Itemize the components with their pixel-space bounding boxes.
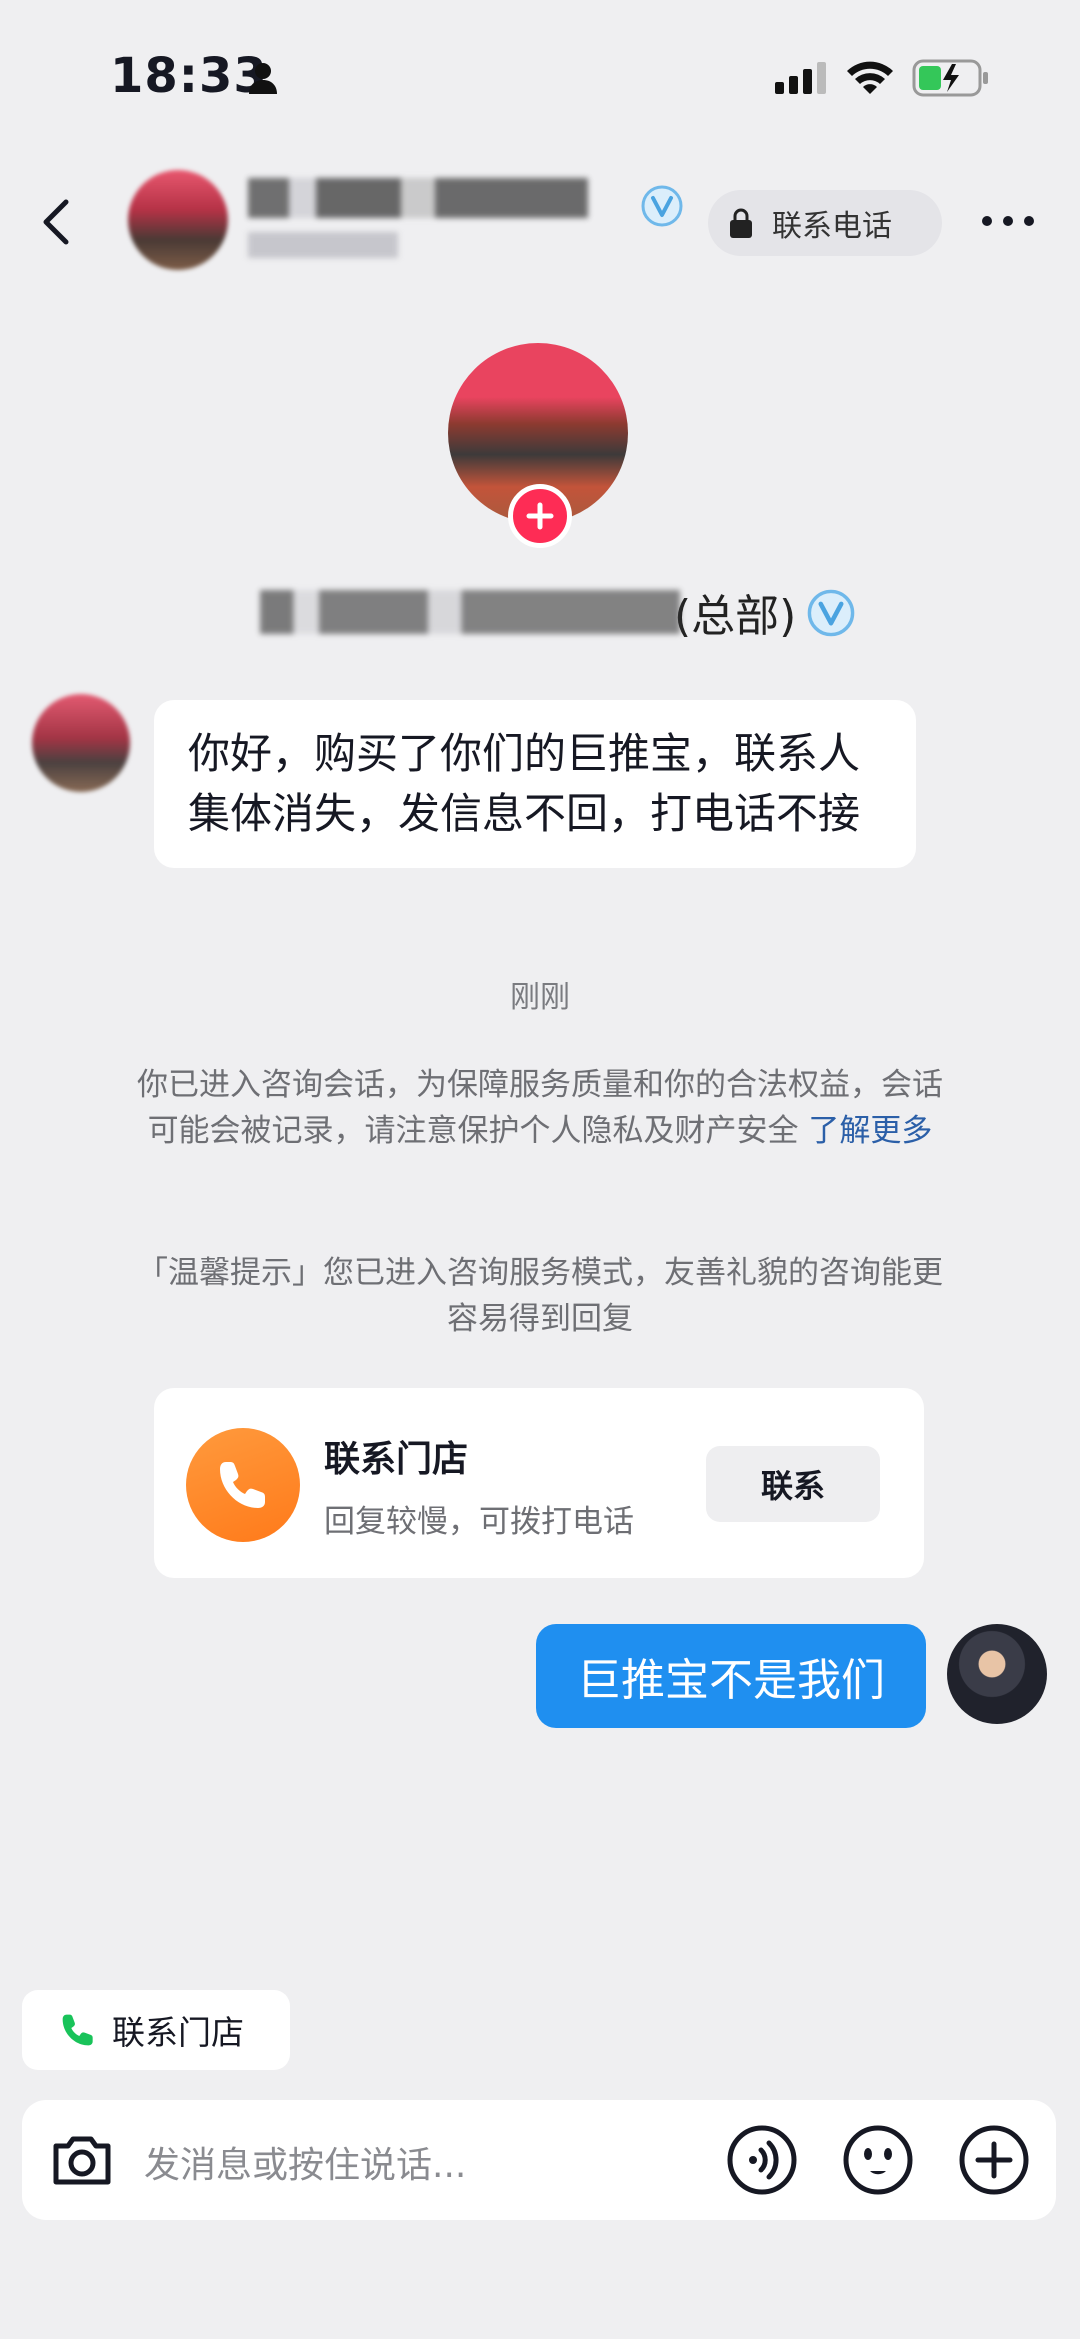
learn-more-link[interactable]: 了解更多 xyxy=(808,1113,932,1149)
contact-store-button[interactable]: 联系 xyxy=(706,1446,880,1522)
contact-phone-label: 联系电话 xyxy=(772,209,892,244)
voice-icon[interactable] xyxy=(726,2124,798,2196)
person-icon xyxy=(249,63,277,94)
plus-icon xyxy=(526,502,554,530)
message-time: 刚刚 xyxy=(510,980,570,1015)
verified-badge-icon xyxy=(641,185,683,227)
contact-store-chip[interactable]: 联系门店 xyxy=(22,1990,290,2070)
more-actions-plus-icon[interactable] xyxy=(958,2124,1030,2196)
profile-name: (总部) xyxy=(260,584,800,642)
signal-icon xyxy=(775,62,826,94)
store-card-title: 联系门店 xyxy=(324,1439,469,1480)
header-name-redacted xyxy=(248,178,588,218)
privacy-notice: 你已进入咨询会话，为保障服务质量和你的合法权益，会话可能会被记录，请注意保护个人… xyxy=(130,1062,950,1154)
camera-icon[interactable] xyxy=(46,2124,118,2196)
lock-icon xyxy=(730,208,752,238)
verified-badge-icon xyxy=(807,589,855,637)
battery-icon xyxy=(912,59,988,97)
header-avatar[interactable] xyxy=(128,170,228,270)
profile-name-redacted xyxy=(260,590,680,634)
store-card-subtitle: 回复较慢，可拨打电话 xyxy=(324,1504,634,1540)
wifi-icon xyxy=(847,61,893,94)
sender-avatar[interactable] xyxy=(32,694,130,792)
incoming-message[interactable]: 你好，购买了你们的巨推宝，联系人集体消失，发信息不回，打电话不接 xyxy=(154,700,916,868)
outgoing-message[interactable]: 巨推宝不是我们 xyxy=(536,1624,926,1728)
back-icon[interactable] xyxy=(36,196,76,248)
contact-store-chip-label: 联系门店 xyxy=(112,2013,244,2052)
emoji-icon[interactable] xyxy=(842,2124,914,2196)
more-options-icon[interactable] xyxy=(980,214,1036,228)
contact-phone-button[interactable]: 联系电话 xyxy=(708,190,942,256)
follow-button[interactable] xyxy=(508,484,572,548)
status-time: 18:33 xyxy=(110,48,268,104)
phone-icon xyxy=(62,2014,93,2046)
message-input[interactable]: 发消息或按住说话... xyxy=(144,2136,466,2188)
my-avatar[interactable] xyxy=(947,1624,1047,1724)
phone-icon xyxy=(220,1462,265,1508)
profile-name-suffix: (总部) xyxy=(674,591,797,642)
warm-tip: 「温馨提示」您已进入咨询服务模式，友善礼貌的咨询能更容易得到回复 xyxy=(137,1255,943,1337)
store-phone-icon xyxy=(186,1428,300,1542)
header-subtitle-redacted xyxy=(248,232,398,258)
